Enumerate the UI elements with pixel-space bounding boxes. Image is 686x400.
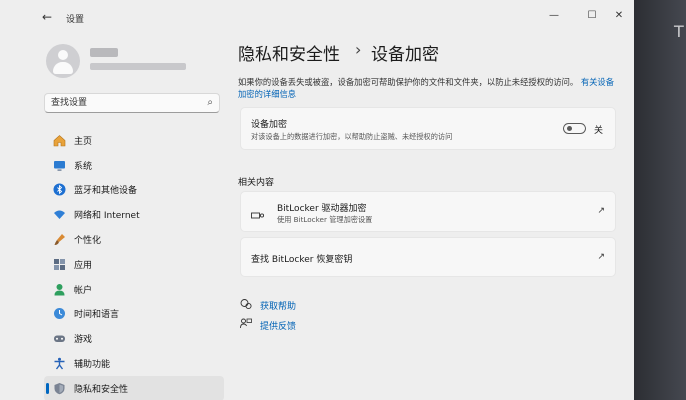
- shield-icon: [52, 381, 66, 395]
- avatar[interactable]: [46, 44, 80, 78]
- apps-icon: [52, 257, 66, 271]
- card-title: 设备加密: [251, 120, 288, 130]
- brush-icon: [52, 233, 66, 247]
- sidebar-item-label: 隐私和安全性: [74, 384, 129, 395]
- external-link-icon: ↗: [597, 206, 605, 216]
- external-link-icon: ↗: [597, 252, 605, 262]
- recovery-key-card[interactable]: 查找 BitLocker 恢复密钥 ↗: [240, 237, 616, 277]
- accessibility-icon: [52, 357, 66, 371]
- sidebar-item-accounts[interactable]: 帐户: [44, 277, 224, 302]
- search-box[interactable]: ⌕: [44, 93, 220, 113]
- sidebar-item-label: 蓝牙和其他设备: [74, 186, 138, 197]
- drive-key-icon: [251, 205, 265, 224]
- bluetooth-icon: [52, 183, 66, 197]
- device-encryption-card: 设备加密 对该设备上的数据进行加密，以帮助防止盗贼、未经授权的访问 关: [240, 107, 616, 150]
- toggle-state-label: 关: [594, 126, 604, 136]
- sidebar-item-home[interactable]: 主页: [44, 128, 224, 153]
- globe-clock-icon: [52, 307, 66, 321]
- page-description: 如果你的设备丢失或被盗，设备加密可帮助保护你的文件和文件夹，以防止未经授权的访问…: [238, 76, 620, 100]
- sidebar-item-label: 个性化: [74, 236, 102, 247]
- sidebar-item-personalization[interactable]: 个性化: [44, 227, 224, 252]
- close-button[interactable]: ✕: [611, 8, 627, 24]
- sidebar-item-label: 游戏: [74, 335, 93, 346]
- maximize-icon: ☐: [587, 10, 597, 21]
- toggle-knob: [567, 126, 572, 131]
- bitlocker-card[interactable]: BitLocker 驱动器加密 使用 BitLocker 管理加密设置 ↗: [240, 191, 616, 232]
- get-help-link[interactable]: 获取帮助: [260, 299, 296, 312]
- minimize-icon: —: [549, 10, 559, 21]
- minimize-button[interactable]: —: [546, 8, 562, 24]
- title-bar: ← 设置 — ☐ ✕: [0, 0, 634, 32]
- card-subtitle: 对该设备上的数据进行加密，以帮助防止盗贼、未经授权的访问: [251, 132, 453, 141]
- sidebar-item-privacy-security[interactable]: 隐私和安全性: [44, 375, 224, 400]
- background-glyph: T: [674, 22, 684, 41]
- settings-window: ← 设置 — ☐ ✕ ⌕ 主页 系统 蓝牙和其他设备: [0, 0, 634, 400]
- description-text: 如果你的设备丢失或被盗，设备加密可帮助保护你的文件和文件夹，以防止未经授权的访问…: [238, 77, 579, 87]
- desktop-background: T: [634, 0, 686, 400]
- monitor-icon: [52, 158, 66, 172]
- gamepad-icon: [52, 332, 66, 346]
- page-title: 设备加密: [371, 45, 439, 65]
- sidebar-item-bluetooth[interactable]: 蓝牙和其他设备: [44, 178, 224, 203]
- sidebar-item-network[interactable]: 网络和 Internet: [44, 202, 224, 227]
- feedback-link[interactable]: 提供反馈: [260, 319, 296, 332]
- search-input[interactable]: [51, 96, 201, 110]
- arrow-left-icon: ←: [41, 10, 53, 24]
- feedback-icon: [240, 318, 254, 333]
- sidebar-item-label: 应用: [74, 260, 93, 271]
- profile-email-redacted: [90, 63, 186, 70]
- sidebar-item-label: 辅助功能: [74, 360, 111, 371]
- sidebar-item-time-language[interactable]: 时间和语言: [44, 302, 224, 327]
- sidebar-item-label: 系统: [74, 161, 93, 172]
- get-help-row[interactable]: 获取帮助: [240, 298, 296, 313]
- sidebar-nav: 主页 系统 蓝牙和其他设备 网络和 Internet 个性化 应用 帐户 时间和…: [44, 128, 224, 400]
- sidebar-item-accessibility[interactable]: 辅助功能: [44, 351, 224, 376]
- person-icon: [52, 282, 66, 296]
- maximize-button[interactable]: ☐: [584, 8, 600, 24]
- wifi-icon: [52, 208, 66, 222]
- bitlocker-title: BitLocker 驱动器加密: [277, 204, 367, 214]
- sidebar-item-label: 网络和 Internet: [74, 211, 140, 222]
- back-button[interactable]: ←: [40, 10, 54, 24]
- home-icon: [52, 133, 66, 147]
- breadcrumb-parent[interactable]: 隐私和安全性: [238, 40, 340, 65]
- close-icon: ✕: [614, 10, 624, 21]
- chevron-right-icon: ›: [355, 40, 362, 59]
- sidebar-item-apps[interactable]: 应用: [44, 252, 224, 277]
- sidebar-item-label: 时间和语言: [74, 310, 120, 321]
- help-icon: [240, 298, 254, 313]
- related-content-heading: 相关内容: [238, 178, 275, 188]
- sidebar-item-label: 主页: [74, 136, 93, 147]
- feedback-row[interactable]: 提供反馈: [240, 318, 296, 333]
- encryption-toggle[interactable]: [563, 123, 586, 134]
- profile-name-redacted: [90, 48, 118, 57]
- bitlocker-subtitle: 使用 BitLocker 管理加密设置: [277, 215, 373, 224]
- sidebar-item-label: 帐户: [74, 285, 93, 296]
- recovery-key-label: 查找 BitLocker 恢复密钥: [251, 255, 353, 265]
- sidebar-item-system[interactable]: 系统: [44, 153, 224, 178]
- sidebar-item-gaming[interactable]: 游戏: [44, 326, 224, 351]
- app-title: 设置: [66, 15, 85, 25]
- search-icon[interactable]: ⌕: [207, 97, 213, 108]
